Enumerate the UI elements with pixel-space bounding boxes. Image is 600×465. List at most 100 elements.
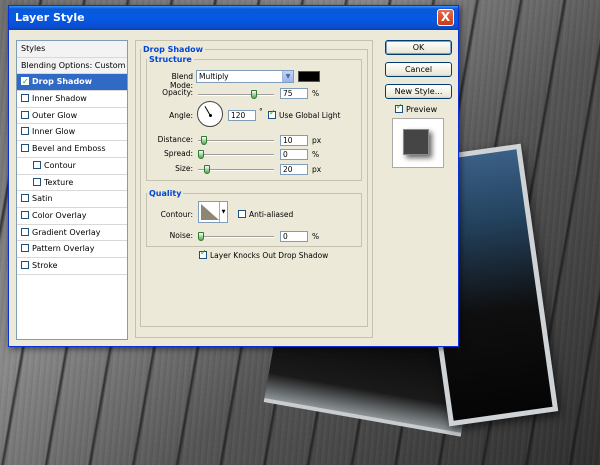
opacity-unit: % bbox=[312, 89, 320, 98]
style-item-label: Outer Glow bbox=[32, 110, 78, 120]
style-item-gradient-overlay[interactable]: Gradient Overlay bbox=[17, 225, 127, 242]
angle-label: Angle: bbox=[169, 111, 193, 120]
opacity-slider[interactable] bbox=[198, 90, 274, 99]
use-global-light-check-icon bbox=[268, 108, 276, 119]
noise-slider[interactable] bbox=[198, 232, 274, 241]
knockout-label: Layer Knocks Out Drop Shadow bbox=[210, 251, 329, 260]
anti-aliased-checkbox[interactable]: Anti-aliased bbox=[238, 210, 293, 219]
checkbox-icon[interactable] bbox=[21, 127, 29, 136]
preview-checkbox[interactable]: Preview bbox=[395, 102, 438, 114]
layer-style-dialog: Layer Style X Styles Blending Options: Cu… bbox=[8, 5, 459, 347]
angle-input[interactable]: 120 bbox=[228, 110, 256, 121]
knockout-checkbox[interactable]: Layer Knocks Out Drop Shadow bbox=[199, 248, 329, 260]
style-item-label: Drop Shadow bbox=[32, 77, 93, 87]
checkbox-icon[interactable] bbox=[21, 94, 29, 103]
checkbox-icon[interactable] bbox=[21, 244, 29, 253]
style-item-label: Texture bbox=[44, 177, 74, 187]
preview-label: Preview bbox=[406, 105, 438, 114]
style-item-contour[interactable]: Contour bbox=[17, 158, 127, 175]
size-slider[interactable] bbox=[198, 165, 274, 174]
spread-slider-thumb[interactable] bbox=[198, 150, 204, 159]
style-item-outer-glow[interactable]: Outer Glow bbox=[17, 108, 127, 125]
checkbox-icon[interactable] bbox=[33, 177, 41, 186]
style-item-blending-options-custom[interactable]: Blending Options: Custom bbox=[17, 57, 127, 75]
style-item-label: Styles bbox=[21, 44, 46, 53]
distance-input[interactable]: 10 bbox=[280, 135, 308, 146]
cancel-button[interactable]: Cancel bbox=[385, 62, 452, 77]
new-style-button[interactable]: New Style... bbox=[385, 84, 452, 99]
opacity-label: Opacity: bbox=[162, 88, 193, 97]
checkbox-icon[interactable] bbox=[21, 194, 29, 203]
checkbox-icon[interactable] bbox=[21, 110, 29, 119]
opacity-slider-thumb[interactable] bbox=[250, 90, 257, 99]
angle-unit: ° bbox=[259, 107, 263, 116]
checkbox-icon[interactable] bbox=[21, 210, 29, 219]
blend-mode-value: Multiply bbox=[199, 72, 229, 81]
style-item-drop-shadow[interactable]: Drop Shadow bbox=[17, 74, 127, 92]
chevron-down-icon: ▼ bbox=[282, 71, 293, 82]
spread-label: Spread: bbox=[164, 149, 193, 158]
close-button[interactable]: X bbox=[437, 9, 454, 26]
style-item-stroke[interactable]: Stroke bbox=[17, 258, 127, 275]
style-item-label: Color Overlay bbox=[32, 210, 87, 220]
ok-button[interactable]: OK bbox=[385, 40, 452, 55]
spread-slider[interactable] bbox=[198, 150, 274, 159]
contour-picker[interactable]: ▼ bbox=[198, 201, 228, 223]
style-item-label: Stroke bbox=[32, 260, 58, 270]
noise-input[interactable]: 0 bbox=[280, 231, 308, 242]
style-item-label: Inner Glow bbox=[32, 127, 76, 137]
drop-shadow-title: Drop Shadow bbox=[143, 45, 204, 54]
style-item-satin[interactable]: Satin bbox=[17, 191, 127, 208]
style-item-label: Inner Shadow bbox=[32, 94, 87, 104]
angle-dial[interactable] bbox=[197, 101, 223, 127]
shadow-color-swatch[interactable] bbox=[298, 71, 320, 82]
quality-title: Quality bbox=[149, 189, 182, 198]
anti-aliased-check-icon bbox=[238, 210, 246, 218]
checkbox-icon[interactable] bbox=[33, 160, 41, 169]
style-item-texture[interactable]: Texture bbox=[17, 175, 127, 192]
use-global-light-checkbox[interactable]: Use Global Light bbox=[268, 108, 341, 120]
anti-aliased-label: Anti-aliased bbox=[249, 210, 294, 219]
use-global-light-label: Use Global Light bbox=[279, 111, 341, 120]
structure-title: Structure bbox=[149, 55, 192, 64]
style-item-color-overlay[interactable]: Color Overlay bbox=[17, 208, 127, 225]
style-item-inner-shadow[interactable]: Inner Shadow bbox=[17, 91, 127, 108]
size-label: Size: bbox=[175, 164, 193, 173]
size-input[interactable]: 20 bbox=[280, 164, 308, 175]
preview-swatch bbox=[403, 129, 429, 155]
style-item-label: Satin bbox=[32, 194, 53, 204]
size-slider-thumb[interactable] bbox=[203, 165, 210, 174]
style-item-label: Gradient Overlay bbox=[32, 227, 101, 237]
close-icon: X bbox=[440, 10, 451, 24]
style-item-label: Bevel and Emboss bbox=[32, 144, 106, 154]
opacity-input[interactable]: 75 bbox=[280, 88, 308, 99]
style-item-styles[interactable]: Styles bbox=[17, 41, 127, 58]
angle-center bbox=[209, 114, 212, 117]
size-unit: px bbox=[312, 165, 322, 174]
style-item-bevel-and-emboss[interactable]: Bevel and Emboss bbox=[17, 141, 127, 158]
style-item-pattern-overlay[interactable]: Pattern Overlay bbox=[17, 241, 127, 258]
checkbox-icon[interactable] bbox=[21, 260, 29, 269]
drop-shadow-panel: Drop Shadow Structure Blend Mode: Multip… bbox=[135, 40, 373, 338]
checkbox-icon[interactable] bbox=[21, 227, 29, 236]
chevron-down-icon[interactable]: ▼ bbox=[219, 202, 227, 222]
style-item-inner-glow[interactable]: Inner Glow bbox=[17, 124, 127, 142]
title-bar[interactable]: Layer Style X bbox=[9, 6, 458, 30]
styles-list: Styles Blending Options: Custom Drop Shado… bbox=[16, 40, 128, 340]
checkbox-icon[interactable] bbox=[21, 74, 29, 90]
distance-slider[interactable] bbox=[198, 136, 274, 145]
contour-label: Contour: bbox=[160, 210, 193, 219]
knockout-check-icon bbox=[199, 248, 207, 259]
noise-slider-thumb[interactable] bbox=[198, 232, 204, 241]
distance-unit: px bbox=[312, 136, 322, 145]
distance-label: Distance: bbox=[157, 135, 193, 144]
window-title: Layer Style bbox=[15, 11, 85, 24]
checkbox-icon[interactable] bbox=[21, 144, 29, 153]
noise-label: Noise: bbox=[169, 231, 193, 240]
distance-slider-thumb[interactable] bbox=[200, 136, 207, 145]
spread-unit: % bbox=[312, 150, 320, 159]
spread-input[interactable]: 0 bbox=[280, 149, 308, 160]
contour-curve-icon bbox=[201, 204, 219, 220]
blend-mode-select[interactable]: Multiply ▼ bbox=[196, 70, 294, 83]
style-preview bbox=[392, 118, 444, 168]
